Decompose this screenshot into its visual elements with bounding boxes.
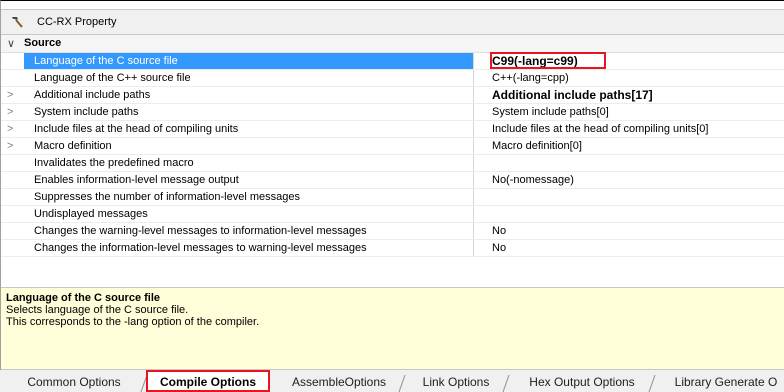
property-value[interactable] bbox=[474, 189, 784, 205]
property-value[interactable]: No bbox=[474, 240, 784, 256]
property-row[interactable]: Invalidates the predefined macro bbox=[1, 155, 784, 172]
tab-label: Common Options bbox=[27, 375, 121, 389]
property-name[interactable]: Changes the information-level messages t… bbox=[24, 240, 474, 256]
property-value[interactable]: Macro definition[0] bbox=[474, 138, 784, 154]
tab-common-options[interactable]: Common Options bbox=[4, 372, 148, 392]
property-name[interactable]: Changes the warning-level messages to in… bbox=[24, 223, 474, 239]
hammer-icon bbox=[12, 17, 23, 28]
description-line: Selects language of the C source file. bbox=[6, 304, 189, 316]
property-name[interactable]: System include paths bbox=[24, 104, 474, 120]
property-row[interactable]: Language of the C source file C99(-lang=c… bbox=[1, 52, 784, 70]
tab-label: Library Generate O bbox=[674, 375, 778, 389]
property-row[interactable]: > System include paths System include path… bbox=[1, 104, 784, 121]
tab-separator bbox=[502, 374, 510, 392]
property-name[interactable]: Macro definition bbox=[24, 138, 474, 154]
chevron-down-icon[interactable]: ∨ bbox=[7, 37, 15, 50]
property-value[interactable] bbox=[474, 155, 784, 171]
description-line: This corresponds to the -lang option of … bbox=[6, 316, 260, 328]
property-value[interactable]: System include paths[0] bbox=[474, 104, 784, 120]
property-value[interactable]: Include files at the head of compiling u… bbox=[474, 121, 784, 137]
section-label: Source bbox=[24, 37, 62, 49]
property-row[interactable]: Changes the information-level messages t… bbox=[1, 240, 784, 257]
property-name[interactable]: Enables information-level message output bbox=[24, 172, 474, 188]
property-row[interactable]: > Macro definition Macro definition[0] bbox=[1, 138, 784, 155]
section-source[interactable]: ∨ Source bbox=[1, 35, 784, 53]
property-grid: ∨ Source Language of the C source file C9… bbox=[1, 35, 784, 257]
options-tab-strip: Common Options Compile Options AssembleOpt… bbox=[0, 370, 784, 392]
tab-label: Compile Options bbox=[160, 375, 256, 389]
tab-assembleoptions[interactable]: AssembleOptions bbox=[276, 372, 406, 392]
tab-link-options[interactable]: Link Options bbox=[406, 372, 510, 392]
property-name[interactable]: Undisplayed messages bbox=[24, 206, 474, 222]
property-row[interactable]: > Additional include paths Additional incl… bbox=[1, 87, 784, 104]
chevron-right-icon[interactable]: > bbox=[7, 106, 17, 118]
property-value[interactable]: No(-nomessage) bbox=[474, 172, 784, 188]
panel-title-bar: CC-RX Property bbox=[1, 9, 784, 35]
property-value[interactable]: C99(-lang=c99) bbox=[474, 53, 784, 69]
property-row[interactable]: Enables information-level message output… bbox=[1, 172, 784, 189]
tab-label: Link Options bbox=[422, 375, 490, 389]
property-row[interactable]: > Include files at the head of compiling … bbox=[1, 121, 784, 138]
property-name[interactable]: Invalidates the predefined macro bbox=[24, 155, 474, 171]
description-title: Language of the C source file bbox=[6, 292, 161, 304]
property-name[interactable]: Language of the C++ source file bbox=[24, 70, 474, 86]
property-name[interactable]: Language of the C source file bbox=[24, 53, 474, 69]
property-name[interactable]: Suppresses the number of information-lev… bbox=[24, 189, 474, 205]
tab-label: Hex Output Options bbox=[529, 375, 635, 389]
description-panel: Language of the C source file Selects la… bbox=[1, 287, 784, 370]
property-value[interactable]: C++(-lang=cpp) bbox=[474, 70, 784, 86]
chevron-right-icon[interactable]: > bbox=[7, 140, 17, 152]
tab-library-generate-o[interactable]: Library Generate O bbox=[656, 372, 784, 392]
property-name[interactable]: Additional include paths bbox=[24, 87, 474, 103]
panel-title: CC-RX Property bbox=[37, 16, 117, 28]
tab-hex-output-options[interactable]: Hex Output Options bbox=[512, 372, 656, 392]
property-value[interactable]: No bbox=[474, 223, 784, 239]
chevron-right-icon[interactable]: > bbox=[7, 123, 17, 135]
property-row[interactable]: Changes the warning-level messages to in… bbox=[1, 223, 784, 240]
tab-label: AssembleOptions bbox=[291, 375, 387, 389]
chevron-right-icon[interactable]: > bbox=[7, 89, 17, 101]
property-value[interactable] bbox=[474, 206, 784, 222]
property-name[interactable]: Include files at the head of compiling u… bbox=[24, 121, 474, 137]
tab-separator bbox=[398, 374, 406, 392]
property-row[interactable]: Language of the C++ source file C++(-lang… bbox=[1, 70, 784, 87]
tab-compile-options[interactable]: Compile Options bbox=[146, 370, 270, 392]
property-row[interactable]: Suppresses the number of information-lev… bbox=[1, 189, 784, 206]
property-value[interactable]: Additional include paths[17] bbox=[474, 87, 784, 103]
property-row[interactable]: Undisplayed messages bbox=[1, 206, 784, 223]
tab-separator bbox=[648, 374, 656, 392]
